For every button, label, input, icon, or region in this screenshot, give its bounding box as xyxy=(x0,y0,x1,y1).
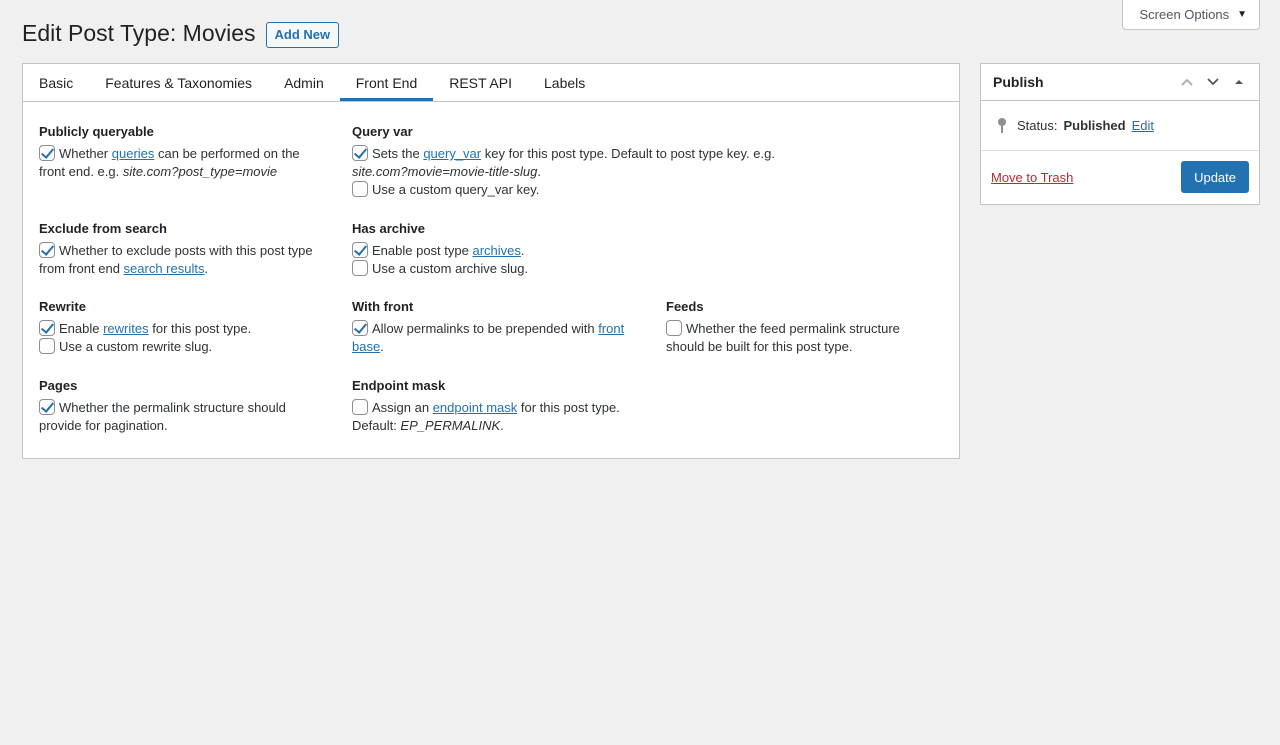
option-row: Sets the query_var key for this post typ… xyxy=(352,145,822,181)
screen-options-button[interactable]: Screen Options ▼ xyxy=(1122,0,1260,30)
text: key for this post type. Default to post … xyxy=(481,146,775,161)
tab-front-end[interactable]: Front End xyxy=(339,64,434,101)
field-label: Endpoint mask xyxy=(352,378,446,393)
text: for this post type. xyxy=(148,321,252,336)
text: Enable xyxy=(59,321,104,336)
custom-query-var-checkbox[interactable] xyxy=(352,181,368,197)
panel-handles xyxy=(1179,75,1247,90)
text: Use a custom query_var key. xyxy=(372,182,540,197)
update-button[interactable]: Update xyxy=(1181,161,1249,193)
rewrite-checkbox[interactable] xyxy=(39,320,55,336)
queries-link[interactable]: queries xyxy=(112,146,155,161)
option-row: Enable rewrites for this post type. xyxy=(39,320,319,338)
query-var-checkbox[interactable] xyxy=(352,145,368,161)
text: Allow permalinks to be prepended with xyxy=(372,321,599,336)
exclude-from-search-checkbox[interactable] xyxy=(39,242,55,258)
field-label: Has archive xyxy=(352,221,425,236)
feeds-checkbox[interactable] xyxy=(666,320,682,336)
settings-tabs: Basic Features & Taxonomies Admin Front … xyxy=(23,64,959,102)
tab-basic[interactable]: Basic xyxy=(39,64,89,101)
tab-labels[interactable]: Labels xyxy=(528,64,601,101)
option-row: Enable post type archives. xyxy=(352,242,632,260)
text: Whether the feed permalink structure sho… xyxy=(666,321,900,354)
text: . xyxy=(204,261,209,276)
move-down-icon[interactable] xyxy=(1205,75,1221,90)
field-label: Query var xyxy=(352,124,413,139)
field-label: Rewrite xyxy=(39,299,86,314)
text: Use a custom archive slug. xyxy=(372,261,529,276)
text: Assign an xyxy=(372,400,433,415)
has-archive-checkbox[interactable] xyxy=(352,242,368,258)
option-row: Allow permalinks to be prepended with fr… xyxy=(352,320,632,356)
publish-actions: Move to Trash Update xyxy=(981,151,1259,203)
status-label: Status: xyxy=(1017,118,1058,133)
field-pages: Pages Whether the permalink structure sh… xyxy=(39,377,319,435)
text: . xyxy=(520,243,525,258)
endpoint-mask-checkbox[interactable] xyxy=(352,399,368,415)
tab-admin[interactable]: Admin xyxy=(268,64,340,101)
text: . xyxy=(500,418,504,433)
option-row: Whether to exclude posts with this post … xyxy=(39,242,319,278)
field-label: With front xyxy=(352,299,414,314)
add-new-button[interactable]: Add New xyxy=(265,21,340,48)
field-label: Pages xyxy=(39,378,78,393)
example-text: EP_PERMALINK xyxy=(400,418,501,433)
post-type-settings-panel: Basic Features & Taxonomies Admin Front … xyxy=(22,63,960,459)
screen-options-label: Screen Options xyxy=(1139,7,1230,22)
field-label: Publicly queryable xyxy=(39,124,154,139)
publish-panel: Publish Status: Published Edit Move to T… xyxy=(980,63,1260,205)
example-text: site.com?movie=movie-title-slug xyxy=(352,164,538,179)
search-results-link[interactable]: search results xyxy=(124,261,205,276)
tab-rest-api[interactable]: REST API xyxy=(433,64,528,101)
text: . xyxy=(380,339,384,354)
collapse-toggle-icon[interactable] xyxy=(1231,75,1247,90)
endpoint-mask-link[interactable]: endpoint mask xyxy=(433,400,518,415)
page-header: Edit Post Type: Movies Add New xyxy=(22,19,340,48)
status-row: Status: Published Edit xyxy=(981,101,1259,151)
status-value: Published xyxy=(1063,118,1126,133)
custom-archive-slug-checkbox[interactable] xyxy=(352,260,368,276)
field-endpoint-mask: Endpoint mask Assign an endpoint mask fo… xyxy=(352,377,622,435)
move-up-icon[interactable] xyxy=(1179,75,1195,90)
field-rewrite: Rewrite Enable rewrites for this post ty… xyxy=(39,298,319,356)
option-row: Use a custom query_var key. xyxy=(352,181,822,199)
field-label: Exclude from search xyxy=(39,221,167,236)
option-row: Whether the feed permalink structure sho… xyxy=(666,320,936,356)
option-row: Use a custom archive slug. xyxy=(352,260,632,278)
query-var-link[interactable]: query_var xyxy=(423,146,481,161)
field-feeds: Feeds Whether the feed permalink structu… xyxy=(666,298,936,356)
pin-icon xyxy=(997,117,1007,134)
page-title: Edit Post Type: Movies xyxy=(22,20,256,46)
with-front-checkbox[interactable] xyxy=(352,320,368,336)
archives-link[interactable]: archives xyxy=(472,243,520,258)
field-has-archive: Has archive Enable post type archives. U… xyxy=(352,220,632,278)
field-with-front: With front Allow permalinks to be prepen… xyxy=(352,298,632,356)
field-query-var: Query var Sets the query_var key for thi… xyxy=(352,123,822,199)
text: . xyxy=(537,164,541,179)
field-publicly-queryable: Publicly queryable Whether queries can b… xyxy=(39,123,319,181)
text: Enable post type xyxy=(372,243,473,258)
field-exclude-from-search: Exclude from search Whether to exclude p… xyxy=(39,220,319,278)
caret-down-icon: ▼ xyxy=(1237,9,1247,20)
move-to-trash-link[interactable]: Move to Trash xyxy=(991,170,1073,185)
text: Whether xyxy=(59,146,112,161)
publicly-queryable-checkbox[interactable] xyxy=(39,145,55,161)
option-row: Assign an endpoint mask for this post ty… xyxy=(352,399,622,435)
option-row: Use a custom rewrite slug. xyxy=(39,338,319,356)
text: Use a custom rewrite slug. xyxy=(59,339,213,354)
option-row: Whether queries can be performed on the … xyxy=(39,145,319,181)
text: Whether the permalink structure should p… xyxy=(39,400,286,433)
tab-features-taxonomies[interactable]: Features & Taxonomies xyxy=(89,64,268,101)
publish-title: Publish xyxy=(993,74,1044,90)
pages-checkbox[interactable] xyxy=(39,399,55,415)
text: Sets the xyxy=(372,146,424,161)
custom-rewrite-slug-checkbox[interactable] xyxy=(39,338,55,354)
option-row: Whether the permalink structure should p… xyxy=(39,399,319,435)
field-label: Feeds xyxy=(666,299,704,314)
edit-status-link[interactable]: Edit xyxy=(1132,118,1154,133)
rewrites-link[interactable]: rewrites xyxy=(103,321,149,336)
example-text: site.com?post_type=movie xyxy=(122,164,278,179)
publish-header: Publish xyxy=(981,64,1259,101)
